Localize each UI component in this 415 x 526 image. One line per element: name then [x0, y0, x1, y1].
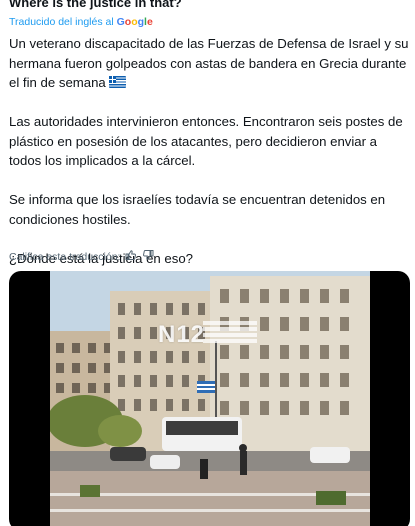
- thumbs-up-icon[interactable]: [125, 249, 137, 264]
- thumbs-down-icon[interactable]: [142, 249, 154, 264]
- video-watermark: N12: [158, 321, 206, 348]
- watermark-bars: [203, 321, 257, 349]
- translated-label-text: Traducido del inglés al: [9, 16, 114, 28]
- video-frame: N12: [50, 271, 370, 526]
- tweet-paragraph: Un veterano discapacitado de las Fuerzas…: [9, 36, 409, 90]
- greece-flag-icon: [108, 76, 126, 88]
- google-logo: Google: [116, 16, 153, 28]
- rate-translation: Califica esta traducción:: [9, 249, 154, 264]
- tweet-paragraph: Se informa que los israelíes todavía se …: [9, 192, 386, 227]
- video-player[interactable]: N12: [9, 271, 410, 526]
- video-scene: [50, 271, 370, 526]
- rate-translation-label: Califica esta traducción:: [9, 250, 121, 263]
- translated-from-label[interactable]: Traducido del inglés al Google: [9, 16, 153, 28]
- original-title: Where is the justice in that?: [9, 0, 182, 10]
- tweet-paragraph: Las autoridades intervinieron entonces. …: [9, 114, 403, 168]
